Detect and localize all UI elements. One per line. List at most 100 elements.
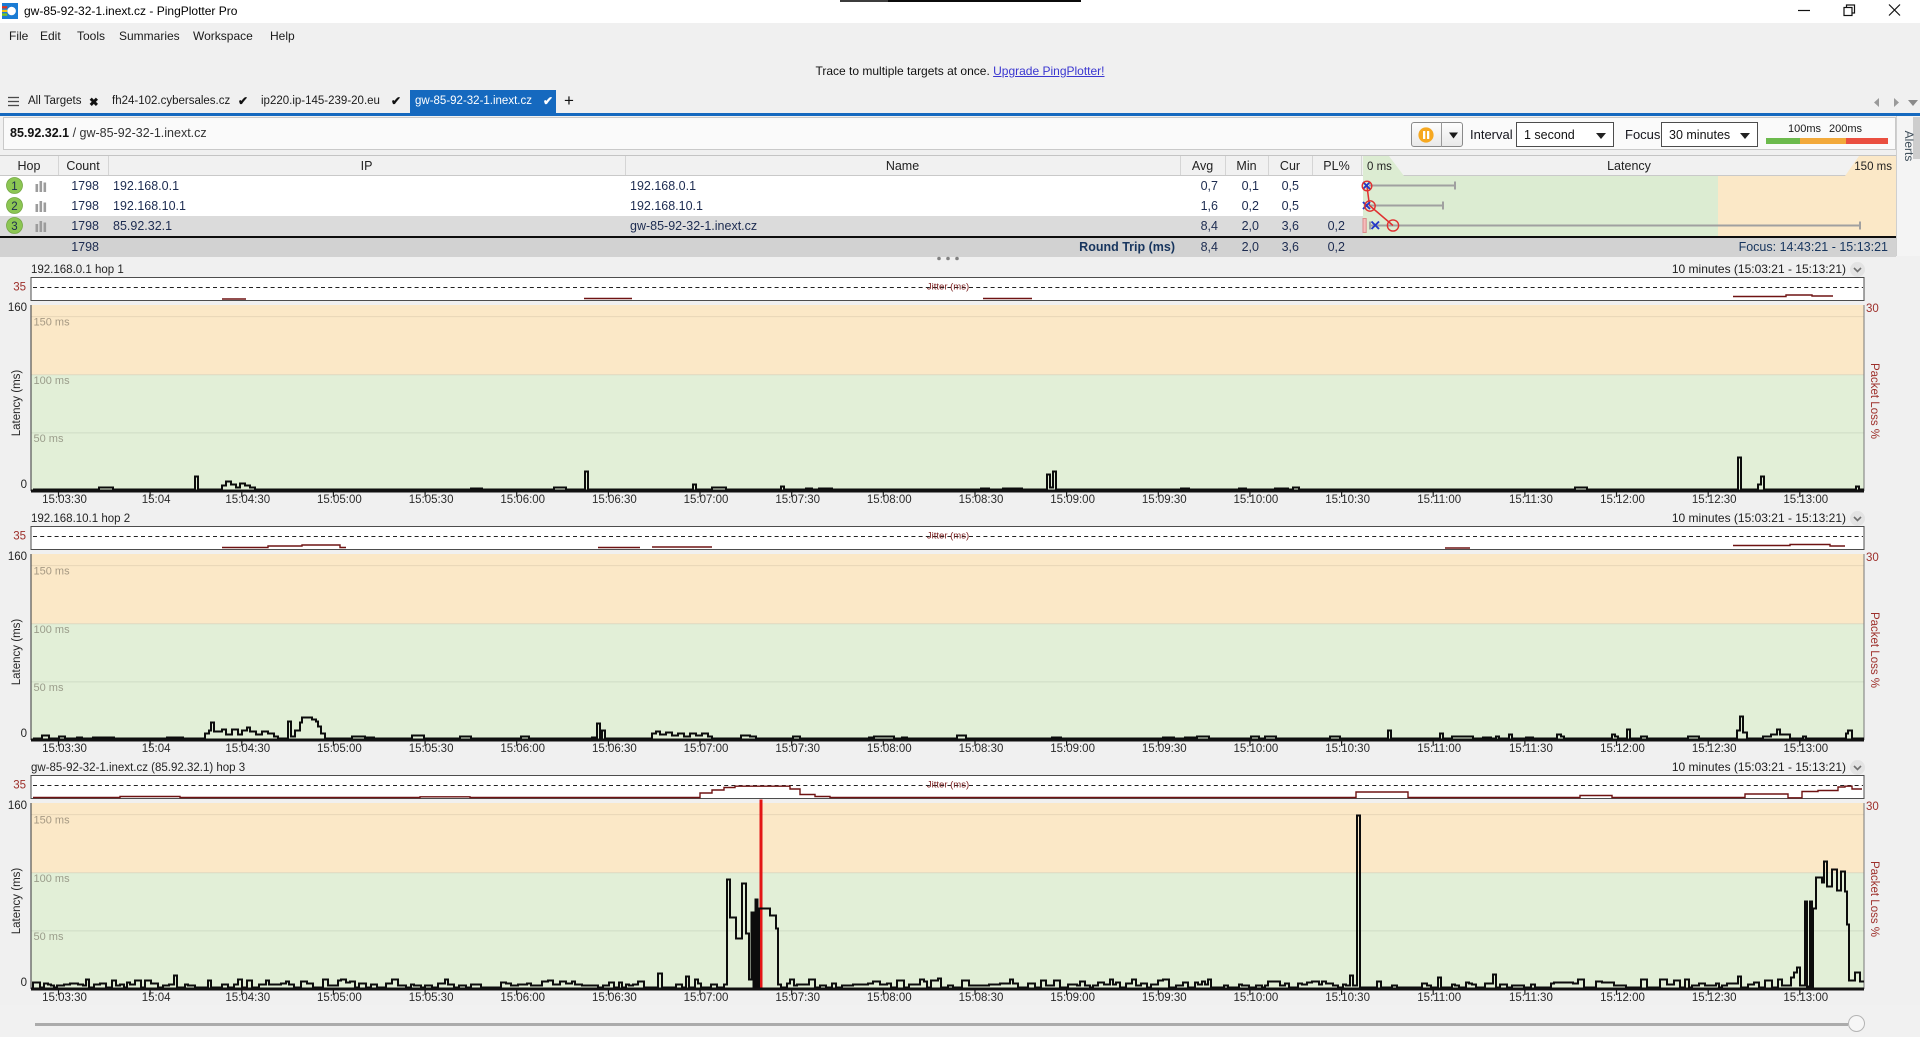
- svg-text:30: 30: [1866, 801, 1879, 813]
- svg-text:35: 35: [13, 282, 26, 294]
- svg-text:Packet Loss %: Packet Loss %: [1868, 861, 1880, 937]
- svg-text:15:10:30: 15:10:30: [1325, 992, 1370, 1004]
- svg-text:15:11:30: 15:11:30: [1509, 494, 1553, 506]
- svg-text:0 ms: 0 ms: [1367, 161, 1392, 173]
- svg-text:15:09:30: 15:09:30: [1142, 992, 1187, 1004]
- svg-text:15:06:00: 15:06:00: [500, 743, 545, 755]
- svg-text:192.168.10.1 hop 2: 192.168.10.1 hop 2: [31, 513, 130, 525]
- svg-text:50 ms: 50 ms: [34, 682, 64, 694]
- svg-text:15:03:30: 15:03:30: [42, 494, 87, 506]
- svg-text:15:10:00: 15:10:00: [1234, 743, 1279, 755]
- svg-text:15:04: 15:04: [142, 494, 171, 506]
- svg-text:Jitter (ms): Jitter (ms): [927, 531, 969, 542]
- svg-text:10 minutes (15:03:21 - 15:13:2: 10 minutes (15:03:21 - 15:13:21): [1672, 262, 1846, 276]
- svg-text:15:05:00: 15:05:00: [317, 992, 362, 1004]
- svg-text:15:08:00: 15:08:00: [867, 494, 912, 506]
- svg-text:15:08:30: 15:08:30: [959, 494, 1004, 506]
- svg-text:15:11:30: 15:11:30: [1509, 743, 1553, 755]
- svg-text:Jitter (ms): Jitter (ms): [927, 780, 969, 791]
- svg-text:15:09:00: 15:09:00: [1050, 494, 1095, 506]
- svg-text:35: 35: [13, 531, 26, 543]
- svg-text:30: 30: [1866, 303, 1879, 315]
- svg-text:Latency (ms): Latency (ms): [11, 868, 23, 935]
- svg-text:160: 160: [8, 302, 27, 314]
- svg-text:15:07:00: 15:07:00: [684, 494, 729, 506]
- svg-text:15:13:00: 15:13:00: [1783, 743, 1828, 755]
- svg-text:15:12:00: 15:12:00: [1600, 494, 1645, 506]
- svg-text:160: 160: [8, 551, 27, 563]
- svg-text:15:06:30: 15:06:30: [592, 992, 637, 1004]
- svg-text:15:04: 15:04: [142, 992, 171, 1004]
- svg-text:15:06:00: 15:06:00: [500, 494, 545, 506]
- svg-text:15:06:00: 15:06:00: [500, 992, 545, 1004]
- svg-text:15:11:00: 15:11:00: [1417, 494, 1461, 506]
- svg-text:15:05:00: 15:05:00: [317, 743, 362, 755]
- svg-text:15:11:00: 15:11:00: [1417, 743, 1461, 755]
- svg-text:15:09:00: 15:09:00: [1050, 992, 1095, 1004]
- svg-text:150 ms: 150 ms: [34, 566, 71, 578]
- svg-text:15:12:00: 15:12:00: [1600, 743, 1645, 755]
- svg-text:15:11:00: 15:11:00: [1417, 992, 1461, 1004]
- svg-text:Packet Loss %: Packet Loss %: [1868, 363, 1880, 439]
- svg-text:gw-85-92-32-1.inext.cz (85.92.: gw-85-92-32-1.inext.cz (85.92.32.1) hop …: [31, 762, 245, 774]
- svg-text:15:07:30: 15:07:30: [775, 494, 820, 506]
- svg-text:10 minutes (15:03:21 - 15:13:2: 10 minutes (15:03:21 - 15:13:21): [1672, 760, 1846, 774]
- svg-text:15:10:30: 15:10:30: [1325, 743, 1370, 755]
- svg-text:15:09:30: 15:09:30: [1142, 743, 1187, 755]
- svg-text:15:13:00: 15:13:00: [1783, 494, 1828, 506]
- svg-text:15:10:00: 15:10:00: [1234, 494, 1279, 506]
- svg-text:0: 0: [21, 728, 27, 740]
- svg-text:150 ms: 150 ms: [34, 815, 71, 827]
- svg-text:150 ms: 150 ms: [34, 317, 71, 329]
- svg-text:15:08:00: 15:08:00: [867, 992, 912, 1004]
- svg-text:35: 35: [13, 780, 26, 792]
- svg-text:15:10:30: 15:10:30: [1325, 494, 1370, 506]
- svg-text:0: 0: [21, 479, 27, 491]
- svg-text:15:07:30: 15:07:30: [775, 743, 820, 755]
- svg-text:100 ms: 100 ms: [34, 624, 71, 636]
- svg-text:192.168.0.1 hop 1: 192.168.0.1 hop 1: [31, 264, 124, 276]
- svg-text:15:07:00: 15:07:00: [684, 743, 729, 755]
- svg-text:15:05:30: 15:05:30: [409, 743, 454, 755]
- svg-text:15:05:30: 15:05:30: [409, 992, 454, 1004]
- svg-text:15:12:00: 15:12:00: [1600, 992, 1645, 1004]
- svg-text:15:08:00: 15:08:00: [867, 743, 912, 755]
- svg-text:15:05:00: 15:05:00: [317, 494, 362, 506]
- svg-text:30: 30: [1866, 552, 1879, 564]
- svg-text:100 ms: 100 ms: [34, 375, 71, 387]
- svg-text:15:07:30: 15:07:30: [775, 992, 820, 1004]
- svg-text:Latency: Latency: [1607, 159, 1652, 173]
- svg-text:15:12:30: 15:12:30: [1692, 494, 1737, 506]
- svg-text:Latency (ms): Latency (ms): [11, 619, 23, 686]
- svg-text:15:04:30: 15:04:30: [225, 743, 270, 755]
- svg-text:Packet Loss %: Packet Loss %: [1868, 612, 1880, 688]
- svg-text:Alerts: Alerts: [1902, 131, 1916, 162]
- svg-text:15:04:30: 15:04:30: [225, 494, 270, 506]
- svg-text:15:04: 15:04: [142, 743, 171, 755]
- svg-text:15:05:30: 15:05:30: [409, 494, 454, 506]
- svg-text:50 ms: 50 ms: [34, 433, 64, 445]
- svg-text:15:12:30: 15:12:30: [1692, 743, 1737, 755]
- svg-text:50 ms: 50 ms: [34, 931, 64, 943]
- svg-text:15:10:00: 15:10:00: [1234, 992, 1279, 1004]
- svg-text:15:04:30: 15:04:30: [225, 992, 270, 1004]
- svg-text:15:03:30: 15:03:30: [42, 992, 87, 1004]
- svg-text:15:08:30: 15:08:30: [959, 743, 1004, 755]
- svg-text:15:08:30: 15:08:30: [959, 992, 1004, 1004]
- svg-text:15:13:00: 15:13:00: [1783, 992, 1828, 1004]
- svg-text:15:11:30: 15:11:30: [1509, 992, 1553, 1004]
- svg-text:15:09:30: 15:09:30: [1142, 494, 1187, 506]
- svg-text:0: 0: [21, 977, 27, 989]
- svg-text:15:12:30: 15:12:30: [1692, 992, 1737, 1004]
- svg-text:15:07:00: 15:07:00: [684, 992, 729, 1004]
- svg-text:Jitter (ms): Jitter (ms): [927, 282, 969, 293]
- svg-text:15:06:30: 15:06:30: [592, 494, 637, 506]
- svg-text:150 ms: 150 ms: [1854, 161, 1892, 173]
- svg-text:160: 160: [8, 800, 27, 812]
- svg-text:Latency (ms): Latency (ms): [11, 370, 23, 437]
- svg-text:100 ms: 100 ms: [34, 873, 71, 885]
- svg-text:15:09:00: 15:09:00: [1050, 743, 1095, 755]
- svg-text:15:03:30: 15:03:30: [42, 743, 87, 755]
- svg-text:10 minutes (15:03:21 - 15:13:2: 10 minutes (15:03:21 - 15:13:21): [1672, 511, 1846, 525]
- svg-text:15:06:30: 15:06:30: [592, 743, 637, 755]
